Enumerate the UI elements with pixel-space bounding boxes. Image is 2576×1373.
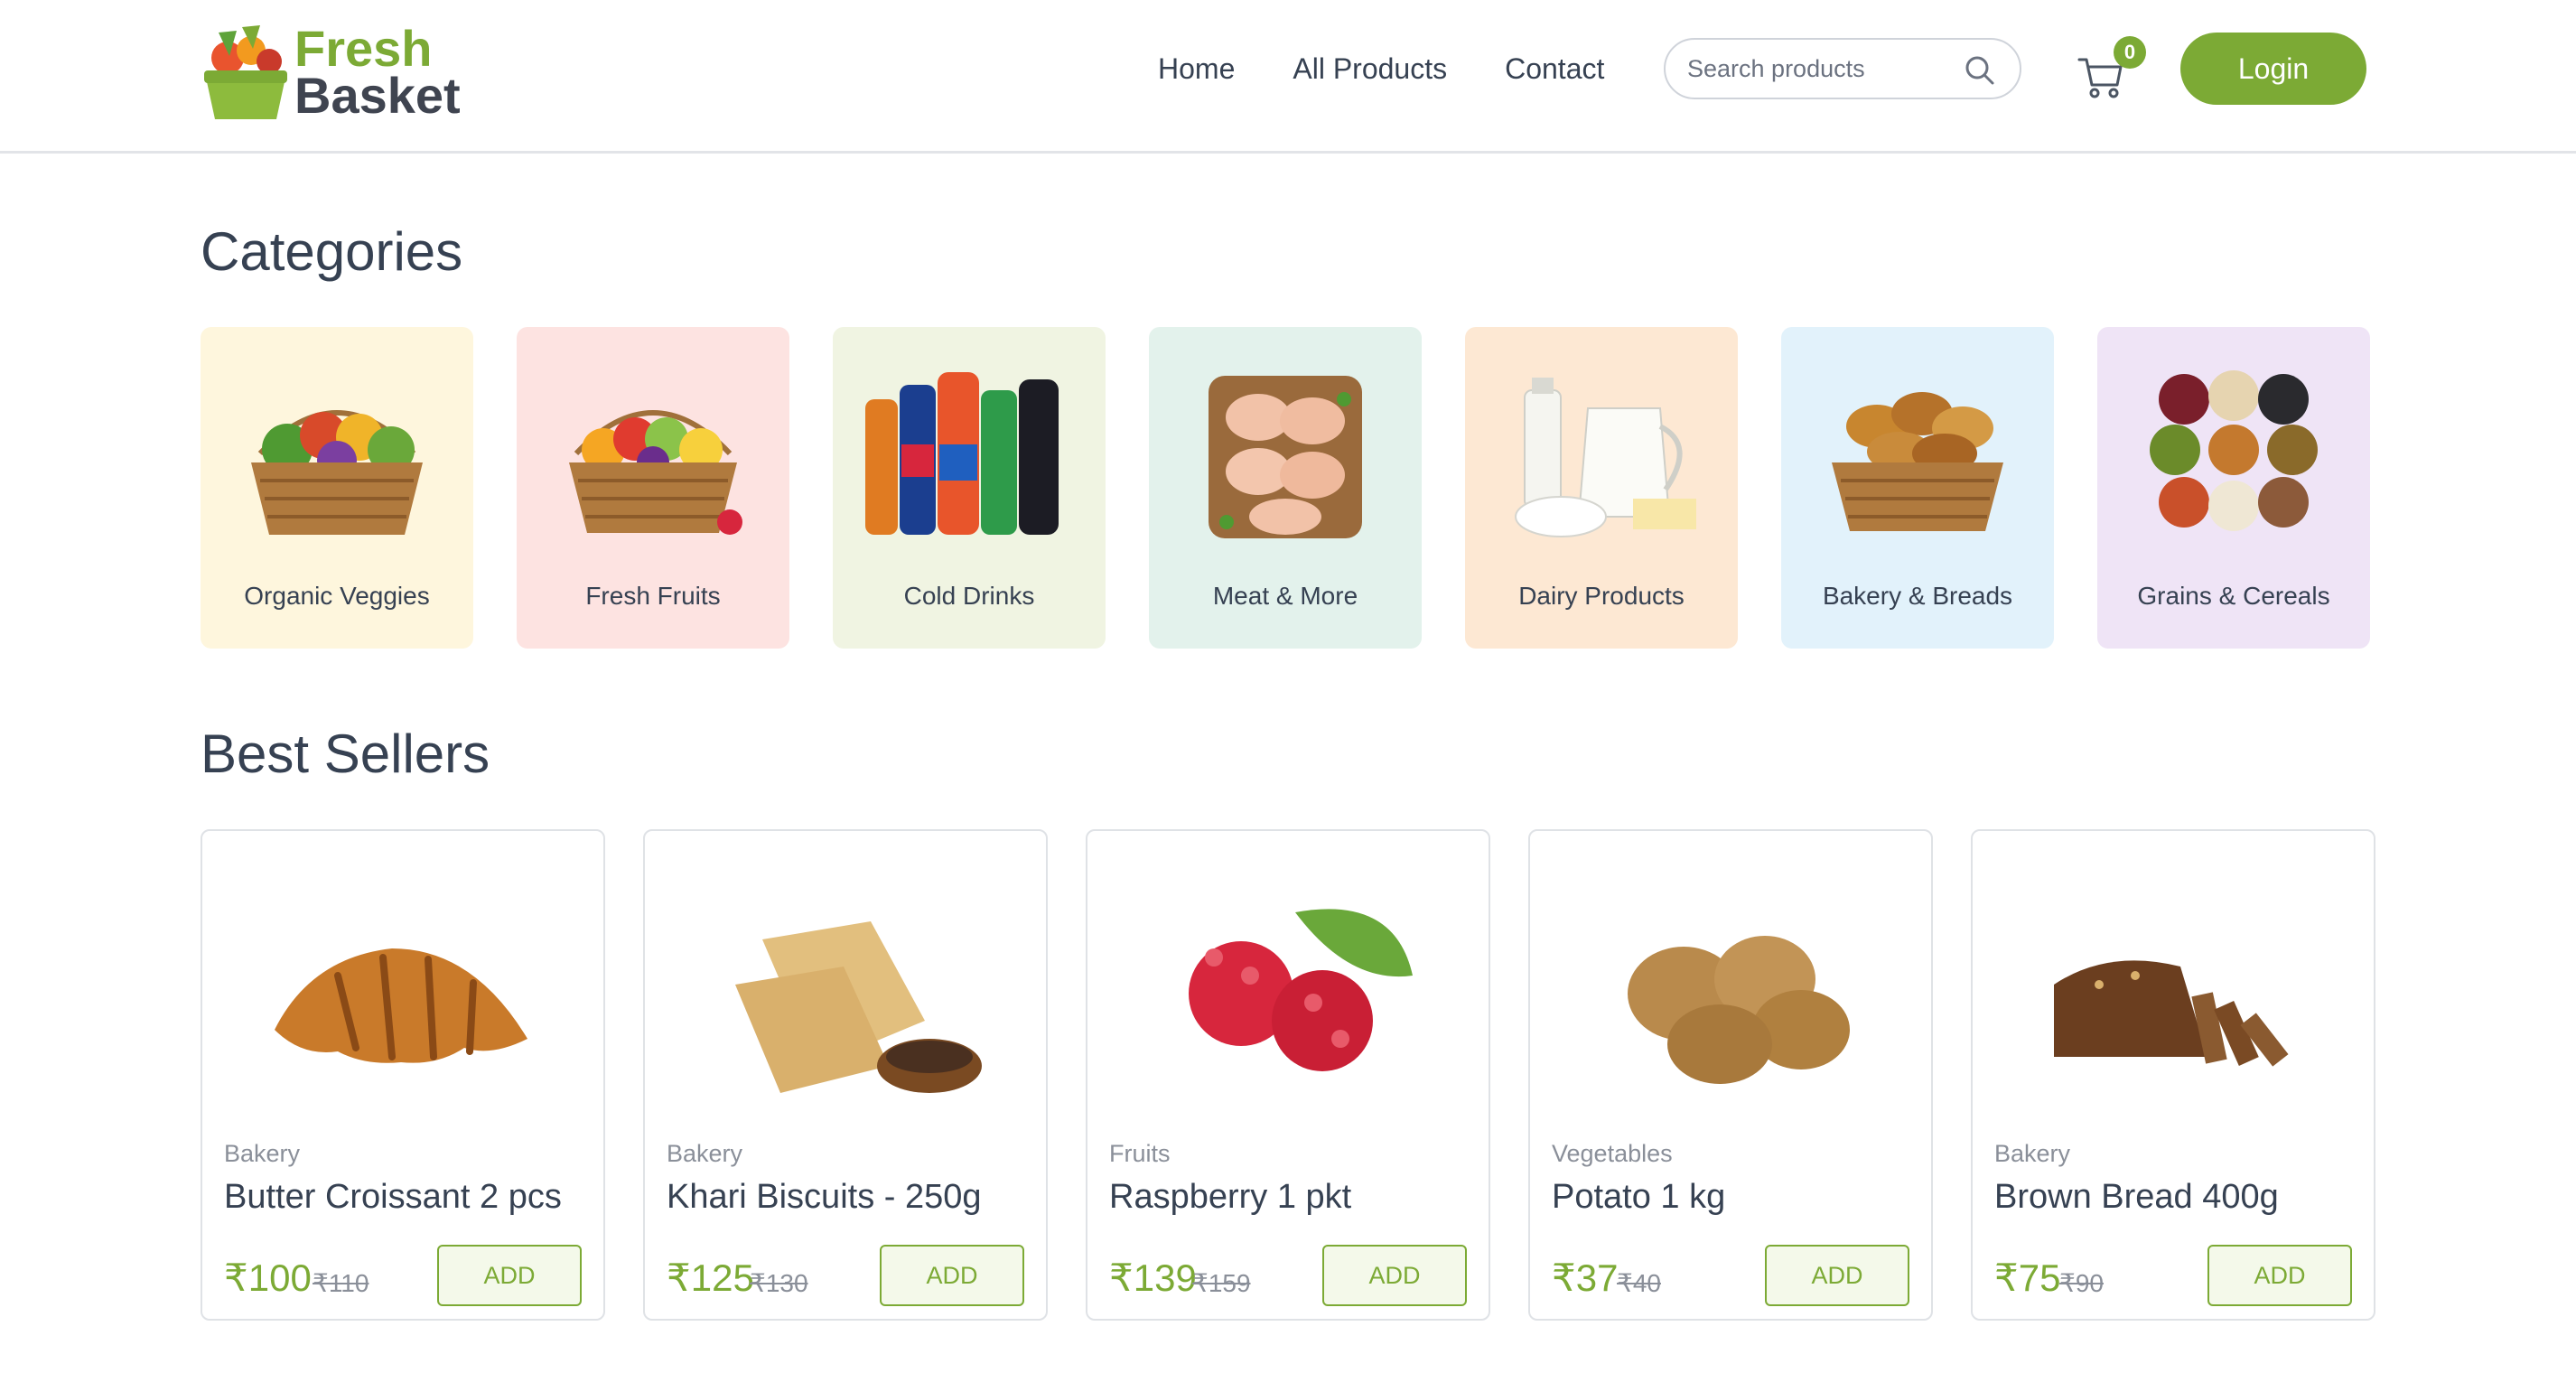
product-card[interactable]: Bakery Brown Bread 400g ₹75 ₹90 ADD [1971,829,2375,1321]
bread-basket-icon [1832,392,2003,531]
add-to-cart-button[interactable]: ADD [880,1245,1024,1306]
product-price: ₹125 [667,1256,754,1299]
product-mrp: ₹90 [2059,1269,2104,1297]
add-to-cart-button[interactable]: ADD [1765,1245,1909,1306]
brand-logo[interactable]: Fresh Basket [201,14,481,126]
basket-logo-icon [204,25,287,119]
brand-name-line2: Basket [294,67,461,124]
site-header: Fresh Basket Home All Products Contact 0… [0,0,2576,154]
product-price: ₹139 [1109,1256,1197,1299]
category-label: Grains & Cereals [2137,582,2330,610]
raw-chicken-icon [1209,376,1362,538]
product-mrp: ₹130 [750,1269,808,1297]
cart-button[interactable]: 0 [2076,36,2146,98]
category-card-grains-cereals[interactable]: Grains & Cereals [2097,327,2370,649]
category-card-dairy-products[interactable]: Dairy Products [1465,327,1738,649]
fruit-basket-icon [569,410,742,535]
khari-biscuits-icon [735,921,982,1093]
product-card[interactable]: Bakery Khari Biscuits - 250g ₹125 ₹130 A… [643,829,1048,1321]
category-label: Meat & More [1212,582,1358,610]
product-mrp: ₹159 [1192,1269,1251,1297]
add-to-cart-button[interactable]: ADD [1322,1245,1467,1306]
product-name[interactable]: Brown Bread 400g [1994,1178,2279,1217]
add-to-cart-button[interactable]: ADD [2207,1245,2352,1306]
product-price: ₹100 [224,1256,312,1299]
category-label: Fresh Fruits [585,582,721,610]
login-button[interactable]: Login [2180,33,2366,105]
product-name[interactable]: Potato 1 kg [1552,1178,1725,1217]
brown-bread-icon [2054,960,2289,1067]
product-name[interactable]: Raspberry 1 pkt [1109,1178,1351,1217]
nav-contact[interactable]: Contact [1505,49,1604,89]
nav-all-products[interactable]: All Products [1293,49,1447,89]
raspberry-icon [1189,909,1413,1071]
product-category: Bakery [667,1140,743,1167]
product-category: Bakery [1994,1140,2071,1167]
product-grid: Bakery Butter Croissant 2 pcs ₹100 ₹110 … [201,829,2375,1321]
product-card[interactable]: Fruits Raspberry 1 pkt ₹139 ₹159 ADD [1086,829,1490,1321]
category-label: Bakery & Breads [1822,582,2013,610]
search-box [1664,38,2021,99]
category-card-fresh-fruits[interactable]: Fresh Fruits [517,327,789,649]
soda-bottles-icon [865,372,1059,535]
category-card-bakery-breads[interactable]: Bakery & Breads [1781,327,2054,649]
grain-pile-icon [2150,370,2318,531]
brand-name-line1: Fresh [294,20,433,77]
search-input[interactable] [1687,51,1958,87]
search-icon[interactable] [1964,54,1996,87]
best-sellers-heading: Best Sellers [201,724,490,784]
categories-heading: Categories [201,221,463,282]
product-card[interactable]: Vegetables Potato 1 kg ₹37 ₹40 ADD [1528,829,1933,1321]
product-category: Vegetables [1552,1140,1673,1167]
product-mrp: ₹40 [1617,1269,1661,1297]
product-card[interactable]: Bakery Butter Croissant 2 pcs ₹100 ₹110 … [201,829,605,1321]
product-mrp: ₹110 [313,1269,369,1297]
croissant-icon [275,948,527,1063]
add-to-cart-button[interactable]: ADD [437,1245,582,1306]
category-card-meat-more[interactable]: Meat & More [1149,327,1422,649]
product-price: ₹37 [1552,1256,1619,1299]
cart-count-badge: 0 [2114,36,2146,69]
category-label: Dairy Products [1518,582,1685,610]
category-card-cold-drinks[interactable]: Cold Drinks [833,327,1106,649]
category-label: Organic Veggies [244,582,430,610]
veggie-basket-icon [251,410,423,535]
main-nav: Home All Products Contact [1158,49,1604,89]
product-category: Fruits [1109,1140,1171,1167]
product-name[interactable]: Butter Croissant 2 pcs [224,1178,562,1217]
category-label: Cold Drinks [903,582,1035,610]
potato-icon [1628,936,1850,1084]
product-category: Bakery [224,1140,301,1167]
nav-home[interactable]: Home [1158,49,1235,89]
milk-jug-icon [1515,378,1696,537]
category-list: Organic Veggies Fresh Fruits Cold Drinks [201,327,2370,649]
product-price: ₹75 [1994,1256,2061,1299]
product-name[interactable]: Khari Biscuits - 250g [667,1178,982,1217]
category-card-organic-veggies[interactable]: Organic Veggies [201,327,473,649]
